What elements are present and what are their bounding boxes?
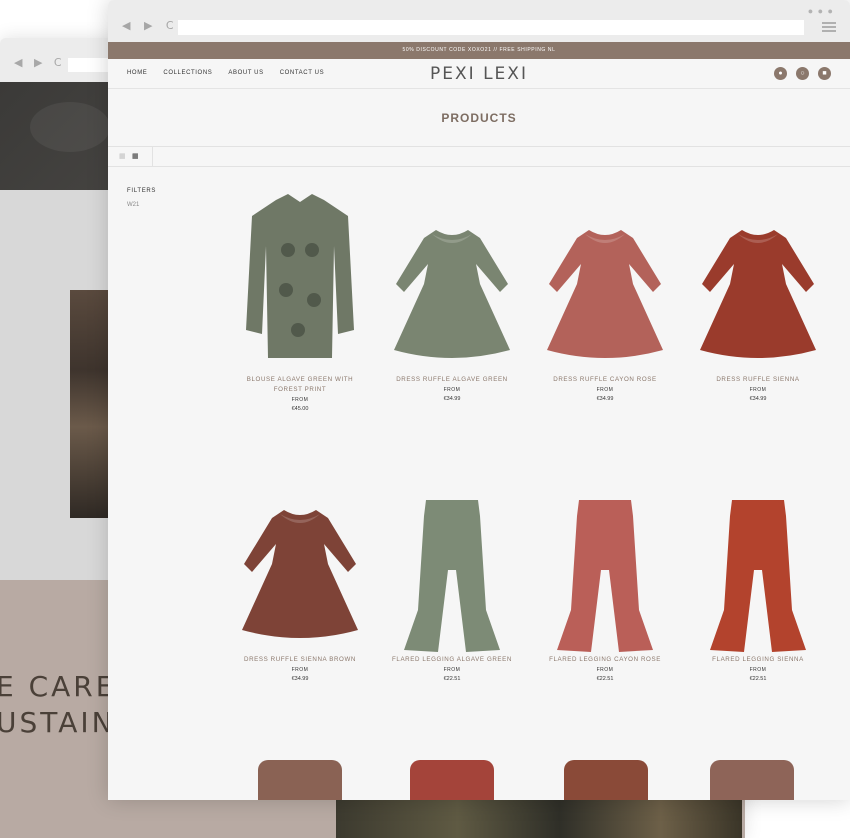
- product-price: €34.99: [596, 396, 614, 402]
- browser-chrome: ◀ ▶ C ● ● ●: [108, 0, 850, 42]
- product-from-label: FROM: [596, 387, 614, 393]
- product-image[interactable]: [533, 180, 677, 375]
- product-card[interactable]: FLARED LEGGING CAYON ROSE FROM €22.51: [533, 460, 677, 683]
- product-card[interactable]: DRESS RUFFLE CAYON ROSE FROM €34.99: [533, 180, 677, 403]
- search-icon[interactable]: ○: [796, 67, 809, 80]
- product-price: €22.51: [749, 676, 767, 682]
- product-card-partial[interactable]: [410, 760, 494, 800]
- grid-small-icon[interactable]: ▦: [132, 153, 139, 160]
- account-icon[interactable]: ●: [774, 67, 787, 80]
- header-icons: ● ○ ■: [774, 67, 831, 80]
- site-header: HOME COLLECTIONS ABOUT US CONTACT US PEX…: [108, 59, 850, 89]
- product-from-label: FROM: [291, 397, 309, 403]
- browser-window: ◀ ▶ C ● ● ● 50% DISCOUNT CODE XOXO21 // …: [108, 0, 850, 800]
- product-name[interactable]: DRESS RUFFLE SIENNA: [686, 375, 830, 385]
- promo-bar: 50% DISCOUNT CODE XOXO21 // FREE SHIPPIN…: [108, 42, 850, 59]
- product-from-label: FROM: [291, 667, 309, 673]
- product-price: €34.99: [291, 676, 309, 682]
- window-dots-icon: ● ● ●: [807, 6, 834, 16]
- browser-nav-icons[interactable]: ◀ ▶ C: [122, 19, 179, 32]
- background-bottom-photo: [336, 800, 742, 838]
- filters-label: FILTERS: [127, 188, 157, 194]
- product-from-label: FROM: [443, 387, 461, 393]
- product-image[interactable]: [228, 460, 372, 655]
- product-price: €22.51: [443, 676, 461, 682]
- grid-large-icon[interactable]: ▦: [119, 153, 126, 160]
- site-logo[interactable]: PEXI LEXI: [108, 64, 850, 84]
- view-toolbar: ▦ ▦: [108, 146, 850, 167]
- product-image[interactable]: [380, 460, 524, 655]
- product-price: €22.51: [596, 676, 614, 682]
- product-card-partial[interactable]: [564, 760, 648, 800]
- product-card-partial[interactable]: [258, 760, 342, 800]
- background-photo: [70, 290, 110, 518]
- product-card[interactable]: FLARED LEGGING SIENNA FROM €22.51: [686, 460, 830, 683]
- product-name[interactable]: FLARED LEGGING CAYON ROSE: [533, 655, 677, 665]
- background-nav-icons: ◀ ▶ C: [14, 56, 66, 69]
- product-price: €34.99: [749, 396, 767, 402]
- product-name[interactable]: DRESS RUFFLE SIENNA BROWN: [228, 655, 372, 665]
- product-name[interactable]: DRESS RUFFLE ALGAVE GREEN: [380, 375, 524, 385]
- product-from-label: FROM: [749, 667, 767, 673]
- product-image[interactable]: [380, 180, 524, 375]
- view-toggle: ▦ ▦: [108, 147, 153, 166]
- product-card[interactable]: DRESS RUFFLE SIENNA FROM €34.99: [686, 180, 830, 403]
- product-card[interactable]: BLOUSE ALGAVE GREEN WITH FOREST PRINT FRO…: [228, 180, 372, 413]
- product-name[interactable]: DRESS RUFFLE CAYON ROSE: [533, 375, 677, 385]
- product-price: €45.00: [291, 406, 309, 412]
- product-name[interactable]: FLARED LEGGING SIENNA: [686, 655, 830, 665]
- url-bar[interactable]: [178, 20, 804, 35]
- product-from-label: FROM: [443, 667, 461, 673]
- product-name[interactable]: FLARED LEGGING ALGAVE GREEN: [380, 655, 524, 665]
- product-card[interactable]: FLARED LEGGING ALGAVE GREEN FROM €22.51: [380, 460, 524, 683]
- cart-icon[interactable]: ■: [818, 67, 831, 80]
- product-image[interactable]: [533, 460, 677, 655]
- product-name[interactable]: BLOUSE ALGAVE GREEN WITH FOREST PRINT: [228, 375, 372, 395]
- product-card[interactable]: DRESS RUFFLE ALGAVE GREEN FROM €34.99: [380, 180, 524, 403]
- product-image[interactable]: [686, 180, 830, 375]
- hamburger-menu-icon[interactable]: [822, 22, 836, 32]
- filter-item-w21[interactable]: W21: [127, 202, 139, 208]
- product-price: €34.99: [443, 396, 461, 402]
- page-title: PRODUCTS: [441, 111, 517, 125]
- product-image[interactable]: [228, 180, 372, 375]
- product-card-partial[interactable]: [710, 760, 794, 800]
- product-from-label: FROM: [749, 387, 767, 393]
- product-from-label: FROM: [596, 667, 614, 673]
- product-card[interactable]: DRESS RUFFLE SIENNA BROWN FROM €34.99: [228, 460, 372, 683]
- product-image[interactable]: [686, 460, 830, 655]
